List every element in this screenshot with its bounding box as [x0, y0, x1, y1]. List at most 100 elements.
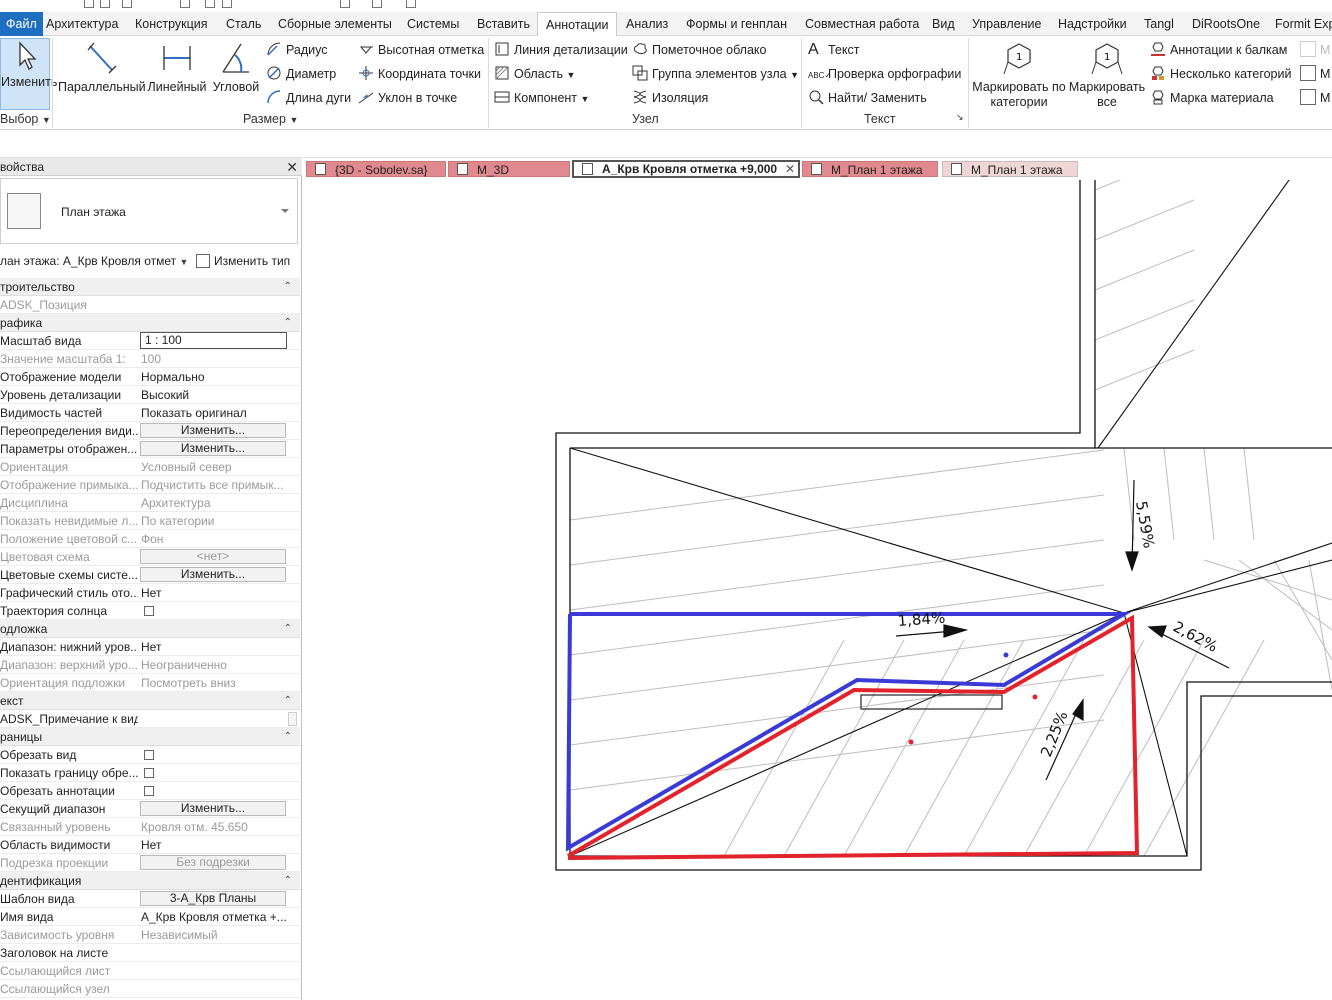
- detail-line-button[interactable]: Линия детализации: [494, 41, 628, 59]
- tab-tangl[interactable]: Tangl: [1144, 12, 1174, 36]
- spot-coordinate-button[interactable]: Координата точки: [358, 65, 481, 83]
- multi-category-button[interactable]: Несколько категорий: [1150, 65, 1291, 83]
- roof-plan-canvas[interactable]: 5,59% 1,84% 2,62% 2,25%: [304, 180, 1332, 1000]
- property-value[interactable]: Подчистить все примык...: [141, 476, 291, 494]
- tab-architecture[interactable]: Архитектура: [46, 12, 118, 36]
- close-icon[interactable]: ✕: [286, 158, 298, 176]
- property-group[interactable]: раницы ⌃: [0, 728, 300, 746]
- radial-dimension-button[interactable]: Радиус: [266, 41, 328, 59]
- property-edit-button[interactable]: Изменить...: [140, 801, 286, 816]
- property-edit-button[interactable]: Изменить...: [140, 567, 286, 582]
- tab-precast[interactable]: Сборные элементы: [278, 12, 392, 36]
- tab-manage[interactable]: Управление: [972, 12, 1042, 36]
- tab-addins[interactable]: Надстройки: [1058, 12, 1127, 36]
- collapse-icon[interactable]: ⌃: [284, 692, 292, 710]
- select-panel-label[interactable]: Выбор ▼: [0, 112, 51, 126]
- property-edit-button[interactable]: 3-А_Крв Планы: [140, 891, 286, 906]
- tab-annotate[interactable]: Аннотации: [537, 12, 618, 37]
- view-tab[interactable]: М_План 1 этажа: [802, 161, 938, 177]
- property-edit-button[interactable]: <нет>: [140, 549, 286, 564]
- view-tab[interactable]: {3D - Sobolev.sa}: [306, 161, 446, 177]
- tab-file[interactable]: Файл: [0, 12, 43, 36]
- property-value[interactable]: Нет: [141, 584, 291, 602]
- property-edit-button[interactable]: Изменить...: [140, 441, 286, 456]
- collapse-icon[interactable]: ⌃: [284, 728, 292, 746]
- view-tab[interactable]: М_План 1 этажа: [942, 161, 1078, 177]
- instance-selector[interactable]: лан этажа: А_Крв Кровля отмет ▼: [0, 250, 188, 273]
- property-group[interactable]: дентификация ⌃: [0, 872, 300, 890]
- property-value[interactable]: Кровля отм. 45.650: [141, 818, 291, 836]
- property-value[interactable]: Независимый: [141, 926, 291, 944]
- property-checkbox[interactable]: [144, 606, 154, 616]
- angular-dimension-button[interactable]: Угловой: [210, 40, 262, 94]
- tab-structure[interactable]: Конструкция: [135, 12, 208, 36]
- revision-cloud-button[interactable]: Пометочное облако: [632, 41, 766, 59]
- property-value[interactable]: Посмотреть вниз: [141, 674, 291, 692]
- property-checkbox[interactable]: [144, 750, 154, 760]
- spot-elevation-button[interactable]: Высотная отметка: [358, 41, 484, 59]
- modify-button[interactable]: Изменить: [0, 38, 57, 110]
- property-value[interactable]: Нет: [141, 836, 291, 854]
- component-button[interactable]: Компонент ▼: [494, 89, 589, 107]
- view-tab[interactable]: М_3D: [448, 161, 570, 177]
- cut-off-tag-button[interactable]: M: [1300, 65, 1330, 83]
- arc-length-dimension-button[interactable]: Длина дуги: [266, 89, 351, 107]
- type-selector[interactable]: План этажа: [0, 178, 298, 244]
- edit-type-button[interactable]: Изменить тип: [196, 250, 290, 272]
- collapse-icon[interactable]: ⌃: [284, 278, 292, 296]
- property-value[interactable]: Высокий: [141, 386, 291, 404]
- property-value[interactable]: Условный север: [141, 458, 291, 476]
- drawing-area[interactable]: 5,59% 1,84% 2,62% 2,25%: [304, 180, 1332, 1000]
- cut-off-tag-button[interactable]: M: [1300, 41, 1330, 59]
- aligned-dimension-button[interactable]: Параллельный: [58, 40, 146, 94]
- tag-by-category-button[interactable]: 1 Маркировать по категории: [972, 40, 1066, 110]
- tab-view[interactable]: Вид: [932, 12, 955, 36]
- collapse-icon[interactable]: ⌃: [284, 620, 292, 638]
- property-value[interactable]: Фон: [141, 530, 291, 548]
- property-checkbox[interactable]: [144, 786, 154, 796]
- spelling-button[interactable]: ABC✓Проверка орфографии: [808, 65, 961, 83]
- property-group[interactable]: рафика ⌃: [0, 314, 300, 332]
- tab-steel[interactable]: Сталь: [226, 12, 261, 36]
- property-edit-button[interactable]: Без подрезки: [140, 855, 286, 870]
- text-panel-launcher-icon[interactable]: ↘: [956, 112, 964, 123]
- property-value[interactable]: Нормально: [141, 368, 291, 386]
- tab-formit[interactable]: Formit Exp: [1275, 12, 1332, 36]
- tab-massing-site[interactable]: Формы и генплан: [686, 12, 787, 36]
- collapse-icon[interactable]: ⌃: [284, 314, 292, 332]
- property-value[interactable]: А_Крв Кровля отметка +...: [141, 908, 291, 926]
- detail-group-button[interactable]: Группа элементов узла ▼: [632, 65, 799, 83]
- text-button[interactable]: A Текст: [808, 41, 859, 59]
- collapse-icon[interactable]: ⌃: [284, 872, 292, 890]
- view-tab-active[interactable]: А_Крв Кровля отметка +9,000 ✕: [572, 160, 800, 178]
- property-value[interactable]: Неограниченно: [141, 656, 291, 674]
- tag-all-button[interactable]: 1 Маркировать все: [1066, 40, 1148, 110]
- tab-insert[interactable]: Вставить: [477, 12, 530, 36]
- property-value[interactable]: Архитектура: [141, 494, 291, 512]
- scroll-handle[interactable]: [288, 712, 297, 726]
- material-tag-button[interactable]: Марка материала: [1150, 89, 1274, 107]
- find-replace-button[interactable]: Найти/ Заменить: [808, 89, 927, 107]
- tab-collaborate[interactable]: Совместная работа: [805, 12, 919, 36]
- beam-annotations-button[interactable]: Аннотации к балкам: [1150, 41, 1287, 59]
- property-edit-button[interactable]: Изменить...: [140, 423, 286, 438]
- linear-dimension-button[interactable]: Линейный: [146, 40, 208, 94]
- property-value[interactable]: По категории: [141, 512, 291, 530]
- cut-off-tag-button[interactable]: M: [1300, 89, 1330, 107]
- detail-panel-label[interactable]: Узел: [632, 112, 659, 126]
- property-checkbox[interactable]: [144, 768, 154, 778]
- property-group[interactable]: екст ⌃: [0, 692, 300, 710]
- dimension-panel-label[interactable]: Размер ▼: [243, 112, 298, 126]
- text-panel-label[interactable]: Текст: [864, 112, 895, 126]
- tab-analyze[interactable]: Анализ: [626, 12, 668, 36]
- property-value[interactable]: 100: [141, 350, 291, 368]
- property-value[interactable]: Показать оригинал: [141, 404, 291, 422]
- property-group[interactable]: троительство ⌃: [0, 278, 300, 296]
- view-scale-input[interactable]: 1 : 100: [140, 332, 287, 349]
- close-tab-icon[interactable]: ✕: [785, 162, 795, 176]
- tab-dirootsone[interactable]: DiRootsOne: [1192, 12, 1260, 36]
- diameter-dimension-button[interactable]: Диаметр: [266, 65, 336, 83]
- tab-systems[interactable]: Системы: [407, 12, 459, 36]
- spot-slope-button[interactable]: Уклон в точке: [358, 89, 457, 107]
- insulation-button[interactable]: Изоляция: [632, 89, 708, 107]
